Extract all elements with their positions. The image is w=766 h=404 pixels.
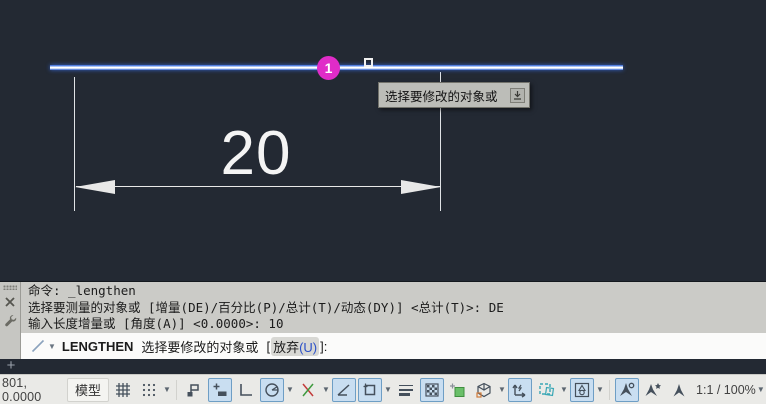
chevron-down-icon[interactable]: ▼ xyxy=(756,385,766,394)
object-snap-button[interactable] xyxy=(358,377,383,402)
add-layout-button[interactable]: + xyxy=(4,358,18,373)
ortho-icon xyxy=(240,383,253,396)
isometric-drafting-icon xyxy=(302,383,314,396)
tooltip-text: 选择要修改的对象或 xyxy=(385,89,498,104)
dynamic-input-icon xyxy=(213,383,227,396)
ucs-button[interactable] xyxy=(508,377,533,402)
polar-tracking-icon xyxy=(265,382,279,397)
ortho-button[interactable] xyxy=(234,378,258,402)
crosshair-pickbox xyxy=(364,58,373,67)
close-icon xyxy=(5,296,15,307)
chevron-down-icon[interactable]: ▼ xyxy=(383,385,393,394)
lineweight-icon xyxy=(399,384,414,396)
history-line: 命令: _lengthen xyxy=(28,283,136,298)
active-command-name: LENGTHEN xyxy=(61,338,134,354)
polar-tracking-button[interactable] xyxy=(260,377,285,402)
model-tab-button[interactable]: 模型 xyxy=(67,377,110,402)
chevron-down-icon[interactable]: ▼ xyxy=(321,385,331,394)
prompt-icon[interactable]: ▼ xyxy=(31,339,56,353)
selection-cycling-icon xyxy=(450,383,465,397)
isolate-objects-icon xyxy=(574,382,590,397)
object-snap-tracking-button[interactable] xyxy=(332,377,357,402)
command-settings-button[interactable] xyxy=(3,313,18,328)
tooltip-expand-button[interactable] xyxy=(510,87,525,103)
close-command-button[interactable] xyxy=(3,294,18,309)
cursor-tooltip: 选择要修改的对象或 xyxy=(378,82,530,108)
infer-constraints-icon xyxy=(187,383,199,396)
dimension-arrow-left xyxy=(75,180,115,194)
arrow-down-to-line-icon xyxy=(514,90,521,100)
command-history[interactable]: 命令: _lengthen 选择要测量的对象或 [增量(DE)/百分比(P)/总… xyxy=(21,282,766,333)
drag-grip-icon[interactable] xyxy=(3,285,17,290)
separator xyxy=(609,379,611,400)
infer-constraints-button[interactable] xyxy=(182,378,206,402)
bracket: [ xyxy=(266,338,271,354)
lineweight-button[interactable] xyxy=(394,378,418,402)
annotation-monitor-icon xyxy=(539,382,555,396)
snap-icon xyxy=(142,383,156,396)
bracket: ]: xyxy=(320,338,328,354)
transparency-button[interactable] xyxy=(420,377,445,402)
ucs-axes-icon xyxy=(512,384,526,398)
separator xyxy=(176,379,178,400)
status-bar: 801, 0.0000 模型 ▼ ▼ ▼ ▼ ▼ ▼ ▼ 1:1 / 100% … xyxy=(0,374,766,404)
grid-icon xyxy=(116,382,131,397)
command-window-rail[interactable] xyxy=(0,282,21,359)
selection-badge: 1 xyxy=(317,56,340,80)
annotation-scale-icon xyxy=(673,383,685,396)
isometric-drafting-button[interactable] xyxy=(296,378,320,402)
annotation-monitor-button[interactable] xyxy=(534,378,558,402)
chevron-down-icon: ▼ xyxy=(48,341,56,351)
coordinates-display: 801, 0.0000 xyxy=(2,375,42,404)
object-snap-icon xyxy=(363,383,376,395)
isolate-objects-button[interactable] xyxy=(570,377,595,402)
prompt-text: 选择要修改的对象或 xyxy=(141,339,259,355)
option-key: (U) xyxy=(299,339,318,355)
annotation-visibility-button[interactable] xyxy=(615,377,640,402)
dynamic-ucs-button[interactable] xyxy=(472,378,496,402)
transparency-icon xyxy=(425,382,439,397)
history-line: 选择要测量的对象或 [增量(DE)/百分比(P)/总计(T)/动态(DY)] <… xyxy=(28,299,504,315)
snap-button[interactable] xyxy=(137,378,161,402)
dynamic-input-button[interactable] xyxy=(208,377,233,402)
annotation-autoscale-button[interactable] xyxy=(641,378,665,402)
chevron-down-icon[interactable]: ▼ xyxy=(162,385,172,394)
object-snap-tracking-icon xyxy=(337,383,350,396)
dimension-arrow-right xyxy=(401,180,441,194)
annotation-scale-value[interactable]: 1:1 / 100% xyxy=(696,383,756,397)
chevron-down-icon[interactable]: ▼ xyxy=(497,385,507,394)
wrench-icon xyxy=(4,315,16,327)
cube-icon xyxy=(476,382,491,398)
line-tool-icon xyxy=(31,339,45,353)
selection-cycling-button[interactable] xyxy=(446,378,470,402)
grid-button[interactable] xyxy=(111,378,135,402)
command-option-undo[interactable]: 放弃(U) xyxy=(271,336,320,356)
chevron-down-icon[interactable]: ▼ xyxy=(595,385,605,394)
autocad-window: 20 1 选择要修改的对象或 命令: _lengthen 选择要测量的对象或 [… xyxy=(0,0,766,404)
annotation-visibility-icon xyxy=(620,382,635,396)
command-input-line[interactable]: ▼ LENGTHEN 选择要修改的对象或 [ 放弃(U) ]: xyxy=(21,333,766,359)
dimension-value: 20 xyxy=(220,119,292,188)
chevron-down-icon[interactable]: ▼ xyxy=(285,385,295,394)
chevron-down-icon[interactable]: ▼ xyxy=(559,385,569,394)
annotation-autoscale-icon xyxy=(645,382,662,396)
history-line: 输入长度增量或 [角度(A)] <0.0000>: 10 xyxy=(28,316,284,331)
annotation-scale-button[interactable] xyxy=(667,378,691,402)
command-window: 命令: _lengthen 选择要测量的对象或 [增量(DE)/百分比(P)/总… xyxy=(0,281,766,359)
